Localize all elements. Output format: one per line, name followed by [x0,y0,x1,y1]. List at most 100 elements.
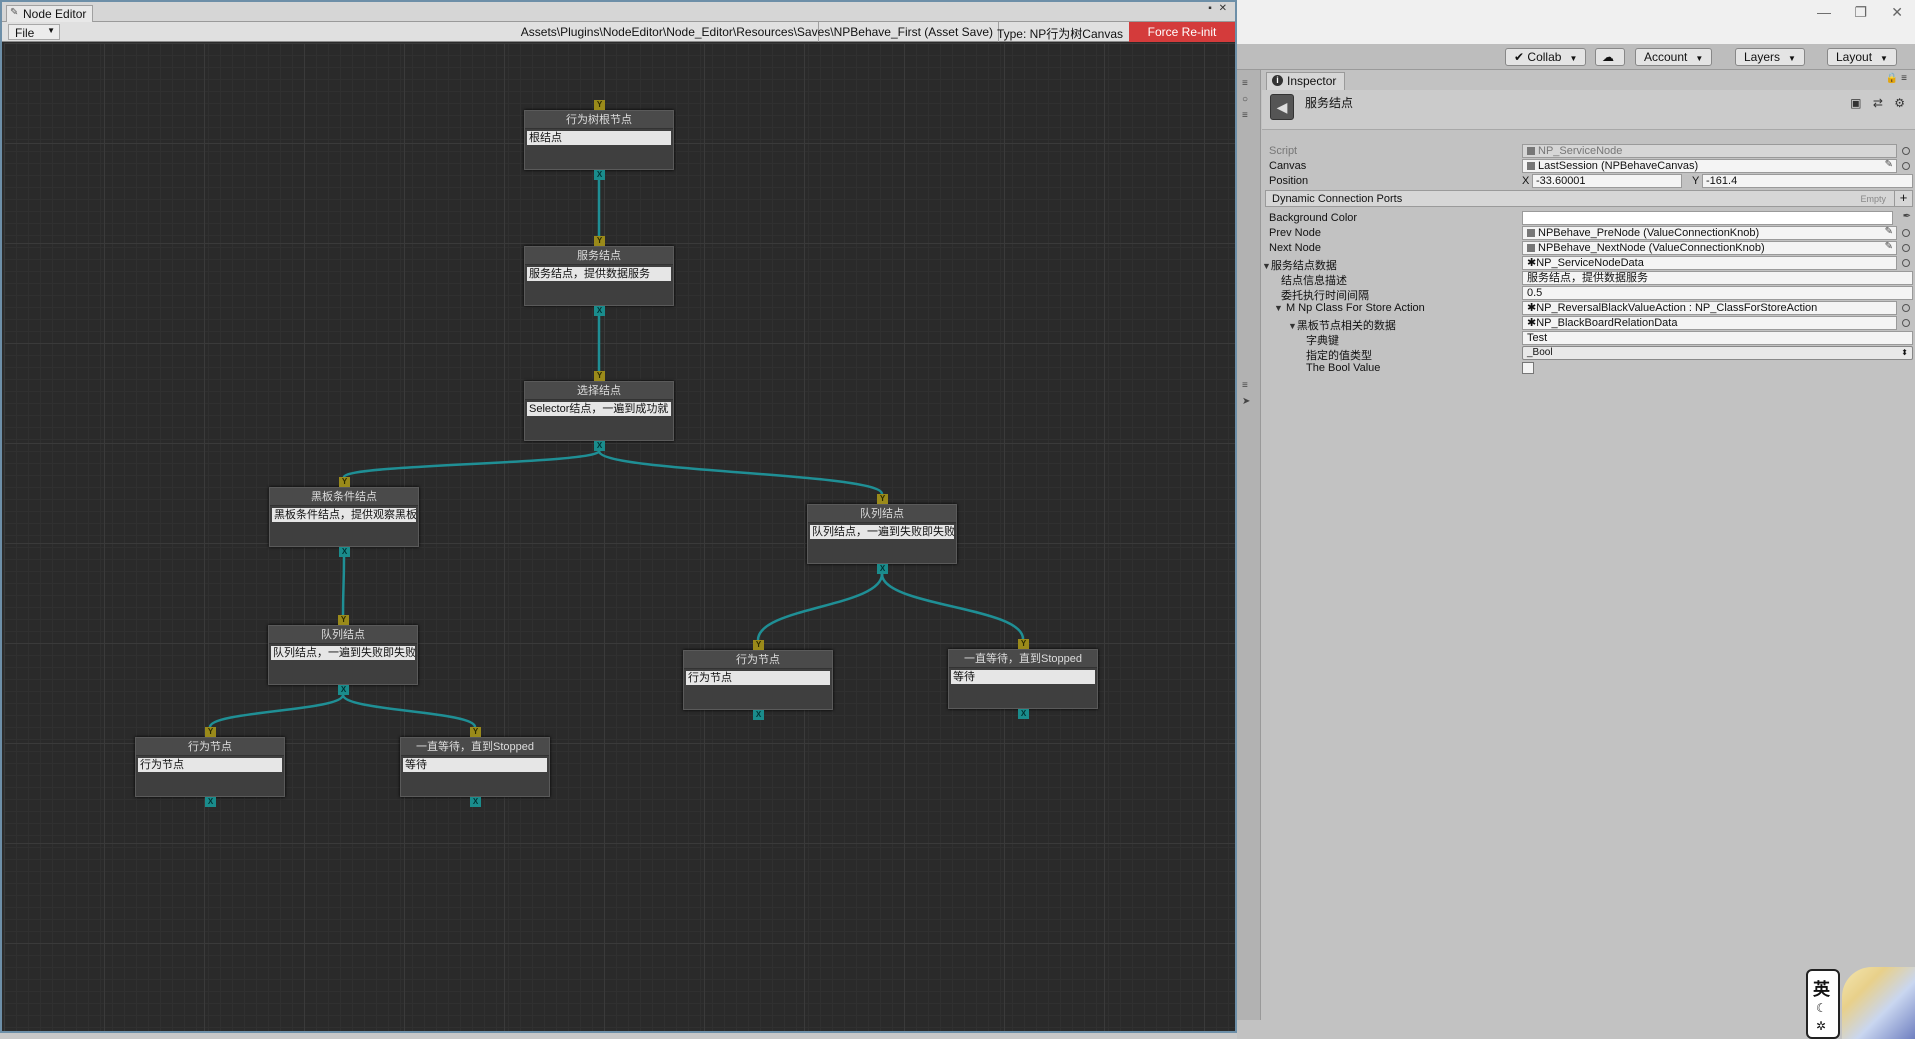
output-knob[interactable]: X [594,306,605,316]
service-data-field[interactable]: ✱NP_ServiceNodeData [1522,256,1897,270]
graph-node[interactable]: 选择结点 Selector结点，一遍到成功就 Y X [524,371,674,451]
force-reinit-button[interactable]: Force Re-init [1129,22,1235,42]
input-knob[interactable]: Y [594,100,605,110]
graph-node[interactable]: 一直等待，直到Stopped 等待 Y X [948,639,1098,719]
graph-node[interactable]: 行为节点 行为节点 Y X [683,640,833,720]
node-text-field[interactable]: 队列结点，一遍到失败即失败 [271,646,415,660]
ime-indicator[interactable]: 英 ☾ ✲ [1806,967,1915,1039]
node-text-field[interactable]: 等待 [951,670,1095,684]
node-object-icon: ◀ [1270,94,1294,120]
lock-icon[interactable]: 🔒 ≡ [1886,73,1907,84]
foldout-expanded-icon[interactable]: ▼ [1262,261,1271,271]
node-editor-tab[interactable]: ✎ Node Editor [6,5,94,22]
settings-icon[interactable]: ▣ ⇄ ⚙ [1850,96,1909,110]
node-text-field[interactable]: Selector结点，一遍到成功就 [527,402,671,416]
store-action-field[interactable]: ✱NP_ReversalBlackValueAction : NP_ClassF… [1522,301,1897,315]
output-knob[interactable]: X [338,685,349,695]
node-text-field[interactable]: 等待 [403,758,547,772]
pencil-icon[interactable]: ✎ [1885,159,1893,170]
position-y-field[interactable]: -161.4 [1702,174,1913,188]
add-port-button[interactable]: + [1894,191,1912,206]
input-knob[interactable]: Y [470,727,481,737]
object-picker-icon[interactable] [1902,319,1910,327]
value-type-dropdown[interactable]: _Bool ⬍ [1522,346,1913,360]
pencil-icon[interactable]: ✎ [1885,241,1893,252]
output-knob[interactable]: X [594,441,605,451]
account-button[interactable]: Account ▼ [1635,48,1713,66]
object-picker-icon[interactable] [1902,244,1910,252]
node-canvas[interactable]: 行为树根节点 根结点 Y X 服务结点 服务结点，提供数据服务 Y X 选择结点 Selector… [4,43,1235,1031]
output-knob[interactable]: X [339,547,350,557]
layout-button[interactable]: Layout ▼ [1827,48,1897,66]
graph-node[interactable]: 行为树根节点 根结点 Y X [524,100,674,180]
close-icon[interactable]: ✕ [1891,4,1903,21]
dict-key-field[interactable]: Test [1522,331,1913,345]
lock-icon[interactable]: ○ [1242,94,1256,106]
canvas-field[interactable]: LastSession (NPBehaveCanvas) [1522,159,1897,173]
graph-node[interactable]: 队列结点 队列结点，一遍到失败即失败 Y X [268,615,418,695]
input-knob[interactable]: Y [594,371,605,381]
input-knob[interactable]: Y [205,727,216,737]
file-menu-button[interactable]: File ▼ [8,24,60,40]
chevron-down-icon: ▼ [47,26,55,35]
menu-icon[interactable]: ≡ [1242,380,1256,392]
object-picker-icon[interactable] [1902,162,1910,170]
next-node-field[interactable]: NPBehave_NextNode (ValueConnectionKnob) [1522,241,1897,255]
node-text-field[interactable]: 行为节点 [138,758,282,772]
output-knob[interactable]: X [470,797,481,807]
pencil-icon[interactable]: ✎ [1885,226,1893,237]
object-picker-icon[interactable] [1902,304,1910,312]
node-text-field[interactable]: 队列结点，一遍到失败即失败 [810,525,954,539]
input-knob[interactable]: Y [753,640,764,650]
node-text-field[interactable]: 黑板条件结点，提供观察黑板 [272,508,416,522]
layers-button[interactable]: Layers ▼ [1735,48,1805,66]
background-color-field[interactable] [1522,211,1893,225]
inspector-tab[interactable]: i Inspector [1266,72,1346,90]
window-menu-icon[interactable]: ▪ ✕ [1208,3,1229,14]
object-picker-icon[interactable] [1902,147,1910,155]
canvas-path-label: Assets\Plugins\NodeEditor\Node_Editor\Re… [520,25,993,39]
object-picker-icon[interactable] [1902,259,1910,267]
input-knob[interactable]: Y [877,494,888,504]
menu-icon[interactable]: ≡ [1242,110,1256,122]
blackboard-data-field[interactable]: ✱NP_BlackBoardRelationData [1522,316,1897,330]
node-text-field[interactable]: 根结点 [527,131,671,145]
ime-box[interactable]: 英 ☾ ✲ [1806,969,1840,1039]
object-picker-icon[interactable] [1902,229,1910,237]
menu-icon[interactable]: ≡ [1242,78,1256,90]
node-desc-field[interactable]: 服务结点，提供数据服务 [1522,271,1913,285]
cursor-icon[interactable]: ➤ [1242,396,1256,408]
eyedropper-icon[interactable]: ✒ [1903,211,1911,222]
input-knob[interactable]: Y [338,615,349,625]
interval-field[interactable]: 0.5 [1522,286,1913,300]
node-text-field[interactable]: 服务结点，提供数据服务 [527,267,671,281]
script-label: Script [1269,145,1298,157]
graph-node[interactable]: 队列结点 队列结点，一遍到失败即失败 Y X [807,494,957,574]
graph-node[interactable]: 黑板条件结点 黑板条件结点，提供观察黑板 Y X [269,477,419,557]
position-x-field[interactable]: -33.60001 [1532,174,1682,188]
collab-button[interactable]: ✔ Collab ▼ [1505,48,1587,66]
output-knob[interactable]: X [753,710,764,720]
node-title: 服务结点 [525,247,673,265]
output-knob[interactable]: X [594,170,605,180]
input-knob[interactable]: Y [1018,639,1029,649]
bool-value-checkbox[interactable] [1522,362,1534,374]
input-knob[interactable]: Y [594,236,605,246]
prev-node-field[interactable]: NPBehave_PreNode (ValueConnectionKnob) [1522,226,1897,240]
graph-node[interactable]: 一直等待，直到Stopped 等待 Y X [400,727,550,807]
node-text-field[interactable]: 行为节点 [686,671,830,685]
foldout-expanded-icon[interactable]: ▼ [1274,303,1283,313]
output-knob[interactable]: X [1018,709,1029,719]
output-knob[interactable]: X [877,564,888,574]
output-knob[interactable]: X [205,797,216,807]
blackboard-data-row[interactable]: ▼黑板节点相关的数据 ✱NP_BlackBoardRelationData [1262,316,1915,332]
input-knob[interactable]: Y [339,477,350,487]
service-data-row[interactable]: ▼服务结点数据 ✱NP_ServiceNodeData [1262,256,1915,272]
graph-node[interactable]: 服务结点服务结点，提供数据服务 Y X [524,236,674,316]
minimize-icon[interactable]: — [1817,4,1831,20]
cloud-button[interactable]: ☁ [1595,48,1625,66]
store-action-row[interactable]: ▼ M Np Class For Store Action ✱NP_Revers… [1262,301,1915,316]
foldout-expanded-icon[interactable]: ▼ [1288,321,1297,331]
restore-icon[interactable]: ❐ [1854,4,1867,21]
graph-node[interactable]: 行为节点 行为节点 Y X [135,727,285,807]
